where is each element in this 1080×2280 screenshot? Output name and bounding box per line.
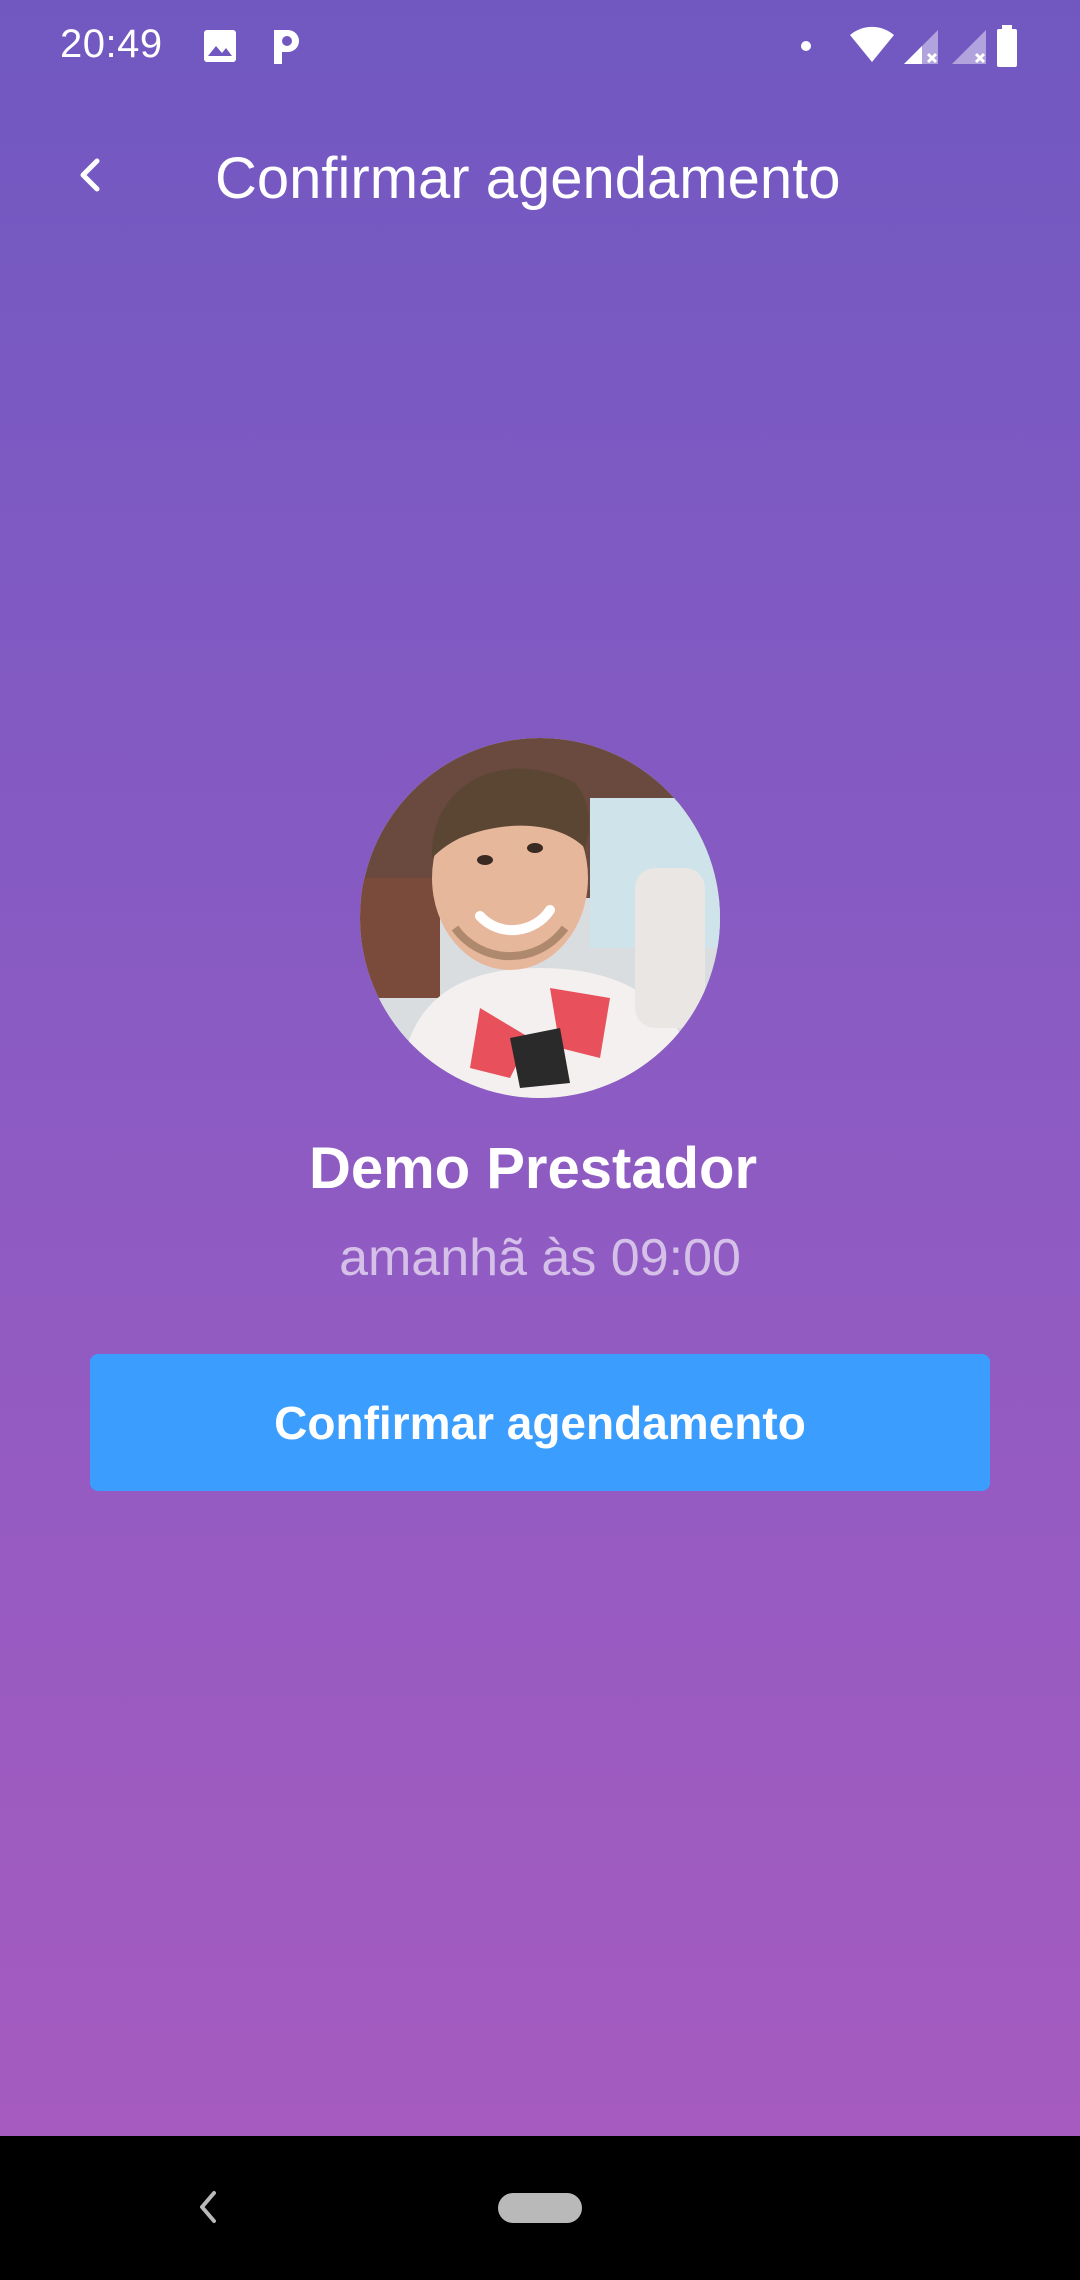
nav-back-button[interactable] xyxy=(185,2184,231,2230)
app-bar: Confirmar agendamento xyxy=(0,110,1080,250)
signal-icon xyxy=(952,30,986,64)
nav-back-icon xyxy=(200,2191,216,2223)
wifi-icon xyxy=(850,26,894,62)
status-time: 20:49 xyxy=(60,22,163,66)
status-bar: 20:49 xyxy=(0,0,1080,96)
system-nav-bar xyxy=(0,2136,1080,2280)
chevron-left-icon xyxy=(80,158,100,192)
provider-name: Demo Prestador xyxy=(308,1136,758,1201)
avatar xyxy=(360,738,720,1098)
confirm-appointment-button[interactable]: Confirmar agendamento xyxy=(90,1354,990,1491)
appointment-time: amanhã às 09:00 xyxy=(339,1229,741,1287)
back-button[interactable] xyxy=(55,140,125,210)
avatar-photo xyxy=(360,738,720,1098)
p-app-icon xyxy=(274,30,299,64)
image-icon xyxy=(204,30,236,62)
battery-icon xyxy=(997,25,1017,67)
home-pill-icon[interactable] xyxy=(498,2193,582,2223)
notification-dot-icon xyxy=(801,41,811,51)
signal-icon xyxy=(904,30,938,64)
page-title: Confirmar agendamento xyxy=(215,146,841,211)
screen: 20:49 Confirmar agendamento Demo Prestad… xyxy=(0,0,1080,2280)
confirm-button-label: Confirmar agendamento xyxy=(274,1396,806,1449)
